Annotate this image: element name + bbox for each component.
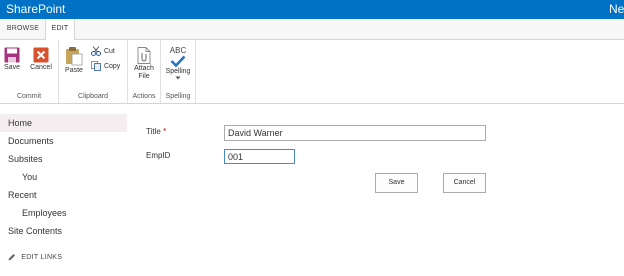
suite-bar-right-link[interactable]: Ne — [609, 2, 624, 16]
actions-group: Attach File Actions — [128, 40, 161, 103]
attach-label-line1: Attach — [134, 65, 154, 72]
clipboard-group-label: Clipboard — [78, 93, 108, 100]
nav-item-subsites[interactable]: Subsites — [8, 154, 43, 164]
paste-button[interactable]: Paste — [63, 46, 85, 75]
edit-links-button[interactable]: EDIT LINKS — [8, 253, 62, 261]
nav-item-documents[interactable]: Documents — [8, 136, 54, 146]
copy-label: Copy — [103, 62, 121, 70]
title-field-label: Title * — [146, 127, 166, 136]
tab-edit[interactable]: EDIT — [45, 19, 75, 40]
spelling-group-label: Spelling — [165, 93, 191, 100]
edit-links-label: EDIT LINKS — [21, 253, 63, 261]
save-form-button[interactable]: Save — [375, 173, 418, 193]
save-button[interactable]: Save — [2, 47, 22, 72]
app-title[interactable]: SharePoint — [6, 2, 65, 16]
attach-file-button[interactable]: Attach File — [131, 47, 157, 81]
chevron-down-icon — [175, 76, 181, 80]
suite-bar: SharePoint Ne — [0, 0, 624, 19]
scissors-icon — [91, 46, 101, 56]
copy-button[interactable]: Copy — [91, 61, 120, 71]
cancel-ribbon-button[interactable]: Cancel — [28, 47, 54, 72]
cancel-icon — [33, 47, 49, 63]
save-label: Save — [4, 64, 20, 71]
spelling-label: Spelling — [165, 68, 191, 75]
abc-text: ABC — [169, 46, 187, 55]
title-label-text: Title — [146, 127, 161, 136]
empid-field-label: EmpID — [146, 151, 171, 160]
checkmark-icon — [170, 55, 186, 67]
required-marker: * — [163, 127, 167, 136]
attach-file-icon — [137, 47, 151, 64]
cancel-label: Cancel — [30, 64, 52, 71]
nav-item-site-contents[interactable]: Site Contents — [8, 226, 62, 236]
copy-icon — [91, 61, 101, 71]
tab-browse[interactable]: BROWSE — [2, 19, 44, 39]
empid-input[interactable] — [224, 149, 295, 164]
nav-item-employees[interactable]: Employees — [22, 208, 67, 218]
spelling-button[interactable]: ABC Spelling — [163, 46, 193, 80]
title-input[interactable] — [224, 125, 486, 141]
nav-item-you[interactable]: You — [22, 172, 37, 182]
attach-label-line2: File — [138, 73, 150, 80]
ribbon: Save Cancel Commit Paste Cut Copy Clipbo… — [0, 40, 624, 104]
pencil-icon — [8, 254, 15, 261]
commit-group-label: Commit — [16, 93, 42, 100]
save-icon — [4, 47, 20, 63]
ribbon-tabs: BROWSE EDIT — [0, 19, 624, 40]
cut-button[interactable]: Cut — [91, 46, 115, 56]
cancel-form-button[interactable]: Cancel — [443, 173, 486, 193]
paste-label: Paste — [65, 67, 83, 74]
clipboard-group: Paste Cut Copy Clipboard — [59, 40, 128, 103]
commit-group: Save Cancel Commit — [0, 40, 59, 103]
nav-item-recent[interactable]: Recent — [8, 190, 37, 200]
actions-group-label: Actions — [132, 93, 156, 100]
paste-icon — [66, 47, 83, 66]
nav-item-home[interactable]: Home — [8, 118, 32, 128]
cut-label: Cut — [103, 47, 115, 55]
spelling-group: ABC Spelling Spelling — [161, 40, 196, 103]
